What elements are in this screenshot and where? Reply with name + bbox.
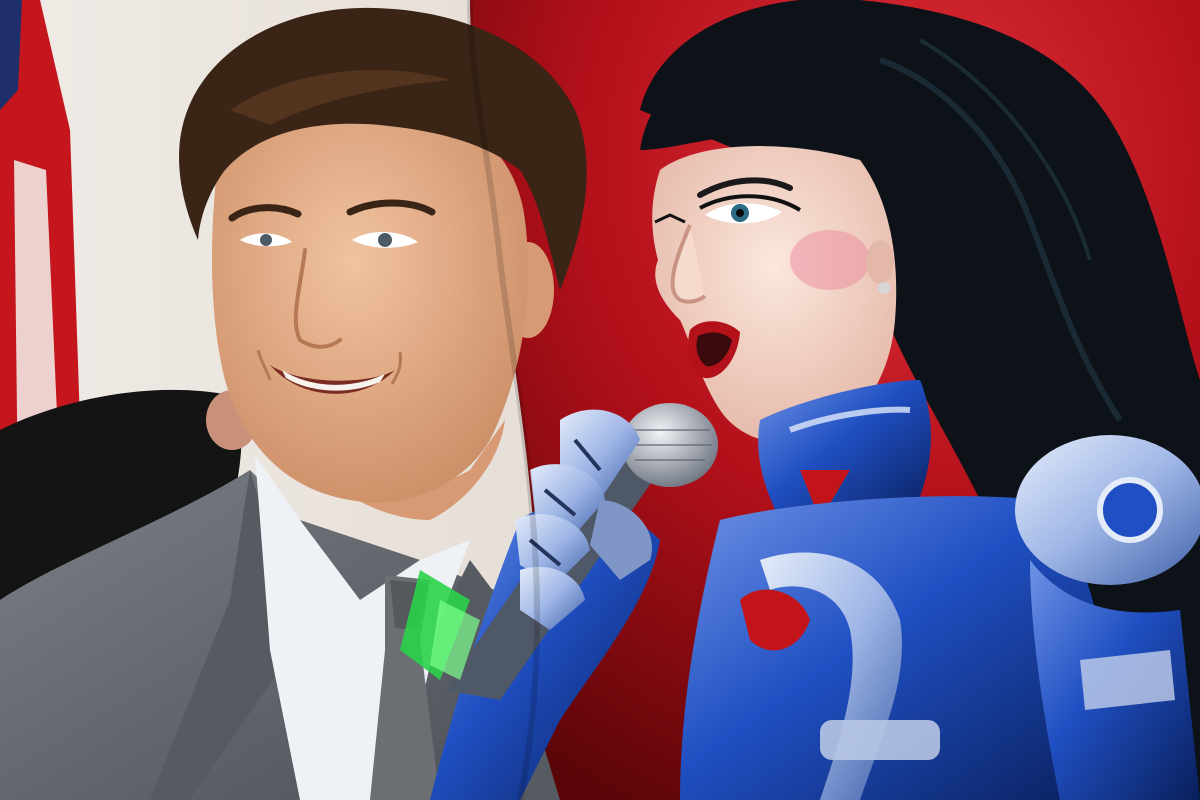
photo-composite [0,0,1200,800]
face [212,99,529,503]
photo-illustration [0,0,1200,800]
chest-badge [820,720,940,760]
